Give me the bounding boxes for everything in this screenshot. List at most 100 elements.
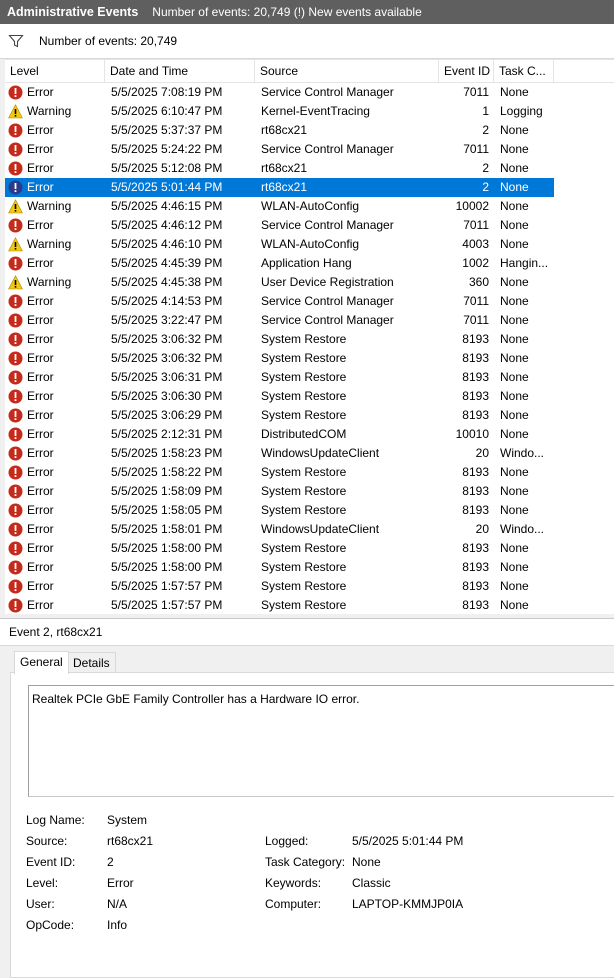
event-row[interactable]: Error 5/5/2025 3:06:32 PM System Restore 81… xyxy=(5,349,554,368)
event-task-category: Logging xyxy=(500,104,543,118)
event-id: 2 xyxy=(482,123,489,137)
error-icon xyxy=(8,389,23,404)
event-date: 5/5/2025 7:08:19 PM xyxy=(111,85,223,99)
event-row[interactable]: Error 5/5/2025 3:06:31 PM System Restore 81… xyxy=(5,368,554,387)
event-row[interactable]: Error 5/5/2025 3:06:29 PM System Restore 81… xyxy=(5,406,554,425)
column-header-task-category[interactable]: Task C... xyxy=(494,60,554,82)
event-row[interactable]: Error 5/5/2025 5:24:22 PM Service Control … xyxy=(5,140,554,159)
event-task-category: None xyxy=(500,370,529,384)
event-date: 5/5/2025 4:45:39 PM xyxy=(111,256,223,270)
event-id: 8193 xyxy=(462,579,489,593)
event-id: 7011 xyxy=(463,85,489,99)
event-id: 7011 xyxy=(463,218,489,232)
event-source: System Restore xyxy=(261,389,347,403)
event-date: 5/5/2025 5:37:37 PM xyxy=(111,123,223,137)
event-row[interactable]: Error 5/5/2025 1:57:57 PM System Restore 81… xyxy=(5,577,554,596)
event-id: 20 xyxy=(475,446,489,460)
event-id: 8193 xyxy=(462,351,489,365)
error-icon xyxy=(8,123,23,138)
event-row[interactable]: Error 5/5/2025 1:58:09 PM System Restore 81… xyxy=(5,482,554,501)
column-header-level[interactable]: Level xyxy=(5,60,105,82)
event-source: System Restore xyxy=(261,541,347,555)
event-source: WLAN-AutoConfig xyxy=(261,199,360,213)
event-level: Error xyxy=(27,503,54,517)
event-id: 8193 xyxy=(462,503,489,517)
error-icon xyxy=(8,313,23,328)
event-id: 7011 xyxy=(463,294,489,308)
event-task-category: None xyxy=(500,275,529,289)
event-row[interactable]: Warning 5/5/2025 4:46:10 PM WLAN-AutoConfi… xyxy=(5,235,554,254)
event-source: Service Control Manager xyxy=(261,294,394,308)
level-label: Level: xyxy=(26,876,59,890)
event-level: Error xyxy=(27,522,54,536)
event-level: Error xyxy=(27,427,54,441)
tab-details[interactable]: Details xyxy=(67,652,116,673)
event-row[interactable]: Error 5/5/2025 3:22:47 PM Service Control … xyxy=(5,311,554,330)
event-source: System Restore xyxy=(261,465,347,479)
event-date: 5/5/2025 5:12:08 PM xyxy=(111,161,223,175)
events-grid[interactable]: Level Date and Time Source Event ID Task… xyxy=(5,59,614,614)
column-header-source[interactable]: Source xyxy=(255,60,439,82)
event-task-category: None xyxy=(500,218,529,232)
event-level: Error xyxy=(27,161,54,175)
event-date: 5/5/2025 3:06:32 PM xyxy=(111,351,223,365)
general-tab-content: Realtek PCIe GbE Family Controller has a… xyxy=(10,672,614,978)
event-row[interactable]: Error 5/5/2025 7:08:19 PM Service Control … xyxy=(5,83,554,102)
event-row[interactable]: Error 5/5/2025 5:01:44 PM rt68cx21 2 None xyxy=(5,178,554,197)
error-icon xyxy=(8,351,23,366)
detail-title-bar: Event 2, rt68cx21 xyxy=(0,618,614,646)
event-date: 5/5/2025 4:14:53 PM xyxy=(111,294,223,308)
event-row[interactable]: Error 5/5/2025 1:58:01 PM WindowsUpdateCli… xyxy=(5,520,554,539)
event-id: 8193 xyxy=(462,370,489,384)
event-task-category: Hangin... xyxy=(500,256,549,270)
event-id: 8193 xyxy=(462,484,489,498)
event-source: System Restore xyxy=(261,408,347,422)
event-date: 5/5/2025 5:24:22 PM xyxy=(111,142,223,156)
event-row[interactable]: Error 5/5/2025 4:46:12 PM Service Control … xyxy=(5,216,554,235)
event-row[interactable]: Error 5/5/2025 1:58:22 PM System Restore 81… xyxy=(5,463,554,482)
event-source: System Restore xyxy=(261,560,347,574)
event-level: Warning xyxy=(27,275,72,289)
event-source: WindowsUpdateClient xyxy=(261,522,380,536)
event-task-category: None xyxy=(500,85,529,99)
event-description-box[interactable]: Realtek PCIe GbE Family Controller has a… xyxy=(28,685,614,797)
event-id: 7011 xyxy=(463,142,489,156)
event-row[interactable]: Error 5/5/2025 1:57:57 PM System Restore 81… xyxy=(5,596,554,614)
event-row[interactable]: Error 5/5/2025 5:37:37 PM rt68cx21 2 None xyxy=(5,121,554,140)
event-row[interactable]: Warning 5/5/2025 4:45:38 PM User Device Re… xyxy=(5,273,554,292)
event-row[interactable]: Error 5/5/2025 4:45:39 PM Application Hang… xyxy=(5,254,554,273)
column-header-date[interactable]: Date and Time xyxy=(105,60,255,82)
event-row[interactable]: Error 5/5/2025 3:06:32 PM System Restore 81… xyxy=(5,330,554,349)
event-id: 2 xyxy=(482,161,489,175)
error-icon xyxy=(8,579,23,594)
filter-icon[interactable] xyxy=(8,33,24,49)
column-header-event-id[interactable]: Event ID xyxy=(439,60,494,82)
event-task-category: None xyxy=(500,579,529,593)
logged-value: 5/5/2025 5:01:44 PM xyxy=(352,834,464,848)
event-id: 8193 xyxy=(462,560,489,574)
event-row[interactable]: Error 5/5/2025 4:14:53 PM Service Control … xyxy=(5,292,554,311)
event-id: 8193 xyxy=(462,541,489,555)
error-icon xyxy=(8,522,23,537)
error-icon xyxy=(8,598,23,613)
event-row[interactable]: Warning 5/5/2025 4:46:15 PM WLAN-AutoConfi… xyxy=(5,197,554,216)
event-level: Error xyxy=(27,142,54,156)
event-level: Error xyxy=(27,218,54,232)
event-level: Error xyxy=(27,294,54,308)
event-row[interactable]: Error 5/5/2025 1:58:05 PM System Restore 81… xyxy=(5,501,554,520)
event-row[interactable]: Error 5/5/2025 2:12:31 PM DistributedCOM 10… xyxy=(5,425,554,444)
event-date: 5/5/2025 4:46:12 PM xyxy=(111,218,223,232)
event-row[interactable]: Error 5/5/2025 1:58:00 PM System Restore 81… xyxy=(5,539,554,558)
event-row[interactable]: Warning 5/5/2025 6:10:47 PM Kernel-EventTr… xyxy=(5,102,554,121)
event-source: rt68cx21 xyxy=(261,180,308,194)
source-value: rt68cx21 xyxy=(107,834,154,848)
event-level: Error xyxy=(27,256,54,270)
event-date: 5/5/2025 3:06:30 PM xyxy=(111,389,223,403)
event-source: Service Control Manager xyxy=(261,313,394,327)
event-task-category: None xyxy=(500,541,529,555)
tab-general[interactable]: General xyxy=(14,651,69,674)
event-row[interactable]: Error 5/5/2025 5:12:08 PM rt68cx21 2 None xyxy=(5,159,554,178)
event-row[interactable]: Error 5/5/2025 1:58:23 PM WindowsUpdateCli… xyxy=(5,444,554,463)
event-row[interactable]: Error 5/5/2025 1:58:00 PM System Restore 81… xyxy=(5,558,554,577)
event-row[interactable]: Error 5/5/2025 3:06:30 PM System Restore 81… xyxy=(5,387,554,406)
